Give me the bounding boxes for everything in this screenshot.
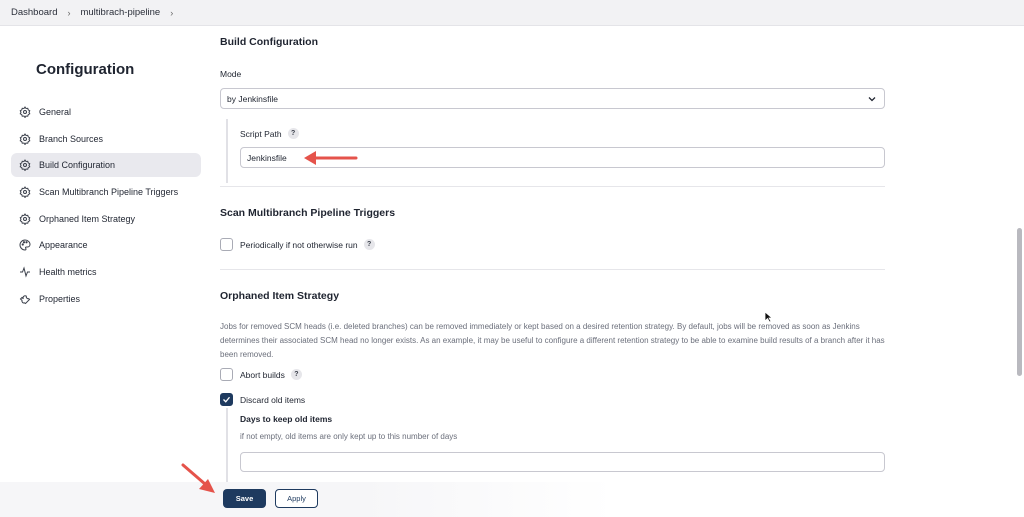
chevron-down-icon: [868, 97, 876, 102]
gear-icon: [19, 212, 31, 225]
mode-select-value: by Jenkinsfile: [227, 93, 279, 104]
sidebar-item-build-configuration[interactable]: Build Configuration: [11, 153, 201, 178]
gear-icon: [19, 159, 31, 172]
divider: [220, 186, 885, 187]
sidebar-item-scan-triggers[interactable]: Scan Multibranch Pipeline Triggers: [11, 180, 201, 204]
gear-icon: [19, 132, 31, 145]
script-path-group: [226, 119, 228, 183]
sidebar-item-label: Build Configuration: [39, 160, 116, 171]
orphaned-description: Jobs for removed SCM heads (i.e. deleted…: [220, 322, 885, 359]
scrollbar[interactable]: [1017, 228, 1022, 376]
discard-old-items-checkbox[interactable]: [220, 393, 233, 406]
sidebar-item-label: Properties: [39, 293, 81, 304]
save-button[interactable]: Save: [223, 489, 266, 508]
abort-builds-checkbox[interactable]: [220, 368, 233, 381]
section-title-build-configuration: Build Configuration: [220, 36, 318, 48]
days-to-keep-label: Days to keep old items: [240, 414, 333, 424]
sidebar-item-health-metrics[interactable]: Health metrics: [11, 260, 201, 284]
breadcrumb-dashboard[interactable]: Dashboard: [11, 7, 57, 18]
script-path-label-row: Script Path ?: [240, 128, 299, 139]
annotation-arrow-icon: [181, 463, 215, 493]
sidebar-item-label: Branch Sources: [39, 133, 104, 144]
abort-builds-row: Abort builds ?: [220, 368, 302, 381]
abort-builds-label[interactable]: Abort builds: [240, 370, 285, 380]
apply-button[interactable]: Apply: [275, 489, 318, 508]
checkmark-icon: [223, 396, 231, 403]
periodic-trigger-row: Periodically if not otherwise run ?: [220, 238, 375, 251]
sidebar-item-label: Health metrics: [39, 267, 97, 278]
section-title-scan-triggers: Scan Multibranch Pipeline Triggers: [220, 207, 396, 219]
breadcrumb: Dashboard › multibrach-pipeline ›: [0, 0, 1024, 26]
section-title-orphaned-item-strategy: Orphaned Item Strategy: [220, 290, 340, 302]
mode-select[interactable]: by Jenkinsfile: [220, 88, 885, 109]
help-icon[interactable]: ?: [287, 128, 299, 139]
bottom-action-bar: [0, 482, 1024, 517]
discard-old-items-label[interactable]: Discard old items: [240, 395, 305, 405]
sidebar-item-label: General: [39, 107, 72, 117]
page-title: Configuration: [36, 61, 135, 78]
chevron-right-icon: ›: [67, 7, 71, 18]
periodic-trigger-checkbox[interactable]: [220, 238, 233, 251]
wrench-icon: [19, 293, 31, 305]
sidebar-item-label: Scan Multibranch Pipeline Triggers: [39, 187, 179, 198]
sidebar-item-orphaned-item-strategy[interactable]: Orphaned Item Strategy: [11, 207, 201, 231]
sidebar: General Branch Sources Build Configurati…: [11, 100, 201, 314]
sidebar-item-branch-sources[interactable]: Branch Sources: [11, 127, 201, 151]
help-icon[interactable]: ?: [290, 369, 302, 380]
sidebar-item-properties[interactable]: Properties: [11, 287, 201, 311]
sidebar-item-label: Appearance: [39, 240, 88, 251]
pulse-icon: [19, 266, 31, 278]
gear-icon: [19, 106, 31, 118]
breadcrumb-job[interactable]: multibrach-pipeline: [80, 7, 160, 18]
days-to-keep-hint: if not empty, old items are only kept up…: [240, 432, 458, 441]
sidebar-item-general[interactable]: General: [11, 100, 201, 124]
sidebar-item-appearance[interactable]: Appearance: [11, 233, 201, 257]
script-path-value: Jenkinsfile: [247, 152, 287, 163]
annotation-arrow-icon: [304, 151, 358, 165]
script-path-label: Script Path: [240, 128, 282, 139]
mode-label: Mode: [220, 69, 242, 79]
discard-old-items-row: Discard old items: [220, 393, 305, 406]
days-to-keep-input[interactable]: [240, 452, 885, 472]
palette-icon: [19, 239, 31, 251]
divider: [220, 269, 885, 270]
periodic-trigger-label[interactable]: Periodically if not otherwise run: [240, 240, 358, 250]
mouse-cursor-icon: [764, 311, 773, 323]
sidebar-item-label: Orphaned Item Strategy: [39, 213, 136, 224]
help-icon[interactable]: ?: [363, 239, 375, 250]
chevron-right-icon[interactable]: ›: [170, 8, 173, 18]
days-to-keep-group: [226, 408, 228, 482]
gear-icon: [19, 186, 31, 199]
